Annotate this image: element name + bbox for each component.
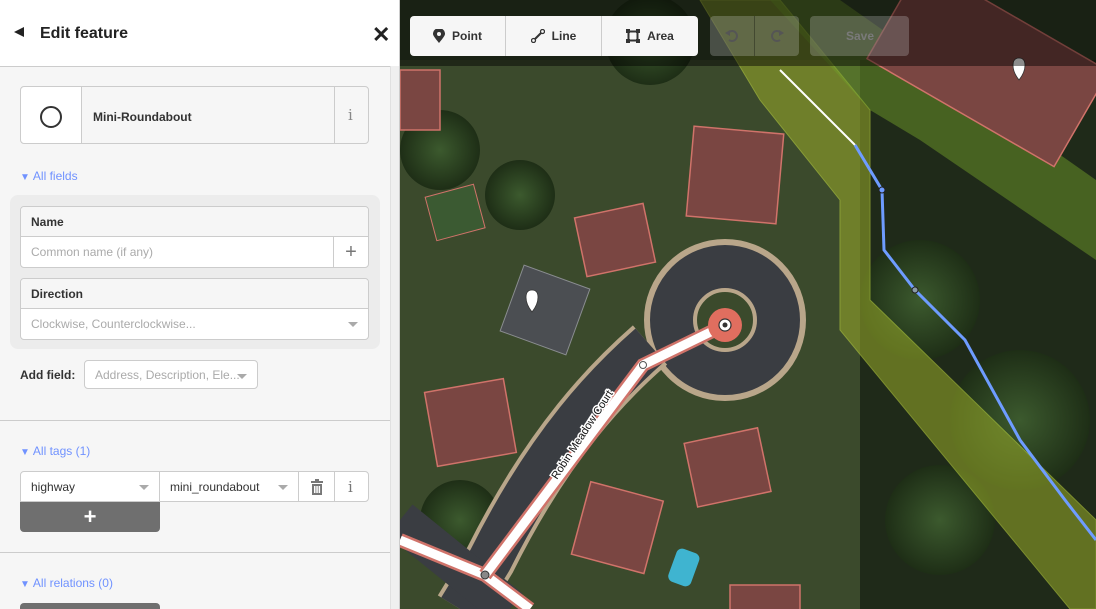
add-field-combo[interactable]: Address, Description, Ele...	[84, 360, 258, 389]
line-label: Line	[551, 29, 577, 43]
info-icon: i	[348, 478, 353, 496]
name-field: Name Common name (if any) +	[20, 206, 369, 268]
triangle-down-icon: ▼	[20, 579, 30, 590]
add-line-button[interactable]: Line	[506, 16, 602, 56]
chevron-down-icon	[348, 322, 358, 327]
all-relations-label: All relations (0)	[32, 576, 113, 590]
building[interactable]	[423, 377, 518, 468]
building[interactable]	[400, 69, 441, 131]
area-icon	[626, 29, 641, 43]
divider	[0, 552, 390, 553]
map-svg[interactable]: Robin Meadow Court	[400, 0, 1096, 609]
triangle-down-icon: ▼	[20, 172, 30, 183]
undo-button[interactable]	[710, 16, 755, 56]
direction-field-label: Direction	[21, 279, 368, 309]
redo-icon	[771, 30, 784, 42]
chevron-down-icon	[237, 374, 247, 379]
add-point-button[interactable]: Point	[410, 16, 506, 56]
inspector-sidebar: Edit feature ✕ Mini-Roundabout i ▼ All fi…	[0, 0, 400, 609]
map-pin-icon	[433, 29, 445, 43]
area-label: Area	[647, 29, 674, 43]
preset-button[interactable]: Mini-Roundabout i	[20, 86, 369, 144]
add-field-placeholder: Address, Description, Ele...	[95, 368, 240, 382]
delete-tag-button[interactable]	[298, 471, 335, 502]
circle-icon	[40, 106, 62, 128]
close-icon[interactable]: ✕	[372, 24, 390, 46]
add-localized-name-button[interactable]: +	[333, 237, 368, 267]
inspector-header: Edit feature ✕	[0, 0, 399, 67]
divider	[0, 420, 390, 421]
info-icon: i	[348, 106, 353, 124]
save-label: Save	[846, 29, 875, 43]
all-tags-label: All tags (1)	[32, 444, 91, 458]
name-field-label: Name	[21, 207, 368, 237]
undo-icon	[725, 30, 738, 42]
name-input-placeholder: Common name (if any)	[31, 245, 154, 259]
direction-placeholder: Clockwise, Counterclockwise...	[31, 317, 196, 331]
preset-icon-box	[21, 87, 82, 143]
trash-icon	[311, 479, 323, 495]
road-vertex[interactable]	[639, 361, 647, 369]
name-input[interactable]: Common name (if any) +	[21, 237, 368, 267]
save-button[interactable]: Save	[810, 16, 909, 56]
tag-info-button[interactable]: i	[334, 471, 369, 502]
tag-key-text: highway	[31, 480, 76, 494]
inspector-title: Edit feature	[40, 25, 129, 42]
chevron-down-icon	[278, 485, 288, 490]
redo-button[interactable]	[755, 16, 799, 56]
tag-value-text: mini_roundabout	[170, 480, 260, 494]
undo-redo-group	[710, 16, 799, 56]
all-fields-toggle[interactable]: ▼ All fields	[20, 169, 78, 183]
all-relations-toggle[interactable]: ▼ All relations (0)	[20, 576, 113, 590]
top-toolbar: Point Line Area Save	[400, 0, 1096, 66]
line-icon	[530, 29, 545, 43]
chevron-down-icon	[139, 485, 149, 490]
all-tags-toggle[interactable]: ▼ All tags (1)	[20, 444, 90, 458]
back-arrow-icon[interactable]	[14, 27, 24, 37]
road-vertex[interactable]	[480, 570, 490, 580]
all-fields-label: All fields	[32, 169, 78, 183]
building[interactable]	[685, 125, 785, 225]
tag-value-input[interactable]: mini_roundabout	[159, 471, 299, 502]
add-area-button[interactable]: Area	[602, 16, 698, 56]
preset-info-button[interactable]: i	[334, 87, 368, 143]
point-label: Point	[452, 29, 482, 43]
preset-name: Mini-Roundabout	[93, 110, 192, 124]
waterway-vertex[interactable]	[911, 286, 919, 294]
building[interactable]	[729, 584, 801, 609]
tag-key-input[interactable]: highway	[20, 471, 160, 502]
add-tag-button[interactable]: +	[20, 502, 160, 532]
selected-mini-roundabout-vertex[interactable]	[708, 308, 742, 342]
mode-buttons: Point Line Area	[410, 16, 698, 56]
add-field-label: Add field:	[20, 368, 76, 382]
waterway-vertex[interactable]	[878, 186, 886, 194]
map-canvas[interactable]: Robin Meadow Court	[400, 0, 1096, 609]
triangle-down-icon: ▼	[20, 447, 30, 458]
add-relation-button[interactable]	[20, 603, 160, 609]
sidebar-scrollbar[interactable]	[390, 66, 399, 609]
tree-cluster	[485, 160, 555, 230]
direction-field: Direction Clockwise, Counterclockwise...	[20, 278, 369, 340]
direction-combo[interactable]: Clockwise, Counterclockwise...	[21, 309, 368, 339]
